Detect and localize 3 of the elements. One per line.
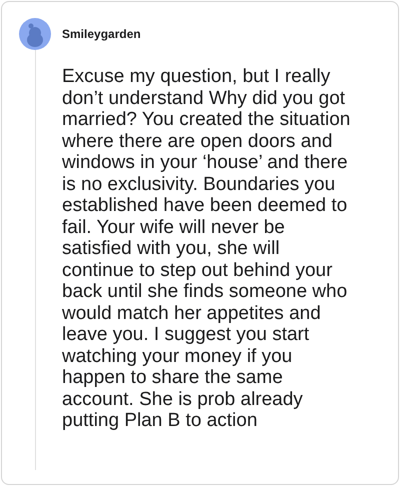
username[interactable]: Smileygarden [62, 27, 352, 41]
comment-text: Excuse my question, but I really don’t understand Why did you got married? You created the situation where there are open doors and windows in your ‘house’ and there is no exclusivity. Boundaries you established have been deemed to fail. Your wife will never be satisfied with you, she will continue to step out behind your back until she finds someone who would match her appetites and leave you. I suggest you start watching your money if you happen to share the same account. She is prob already putting Plan B to action [62, 66, 352, 432]
avatar-icon[interactable] [19, 18, 51, 50]
